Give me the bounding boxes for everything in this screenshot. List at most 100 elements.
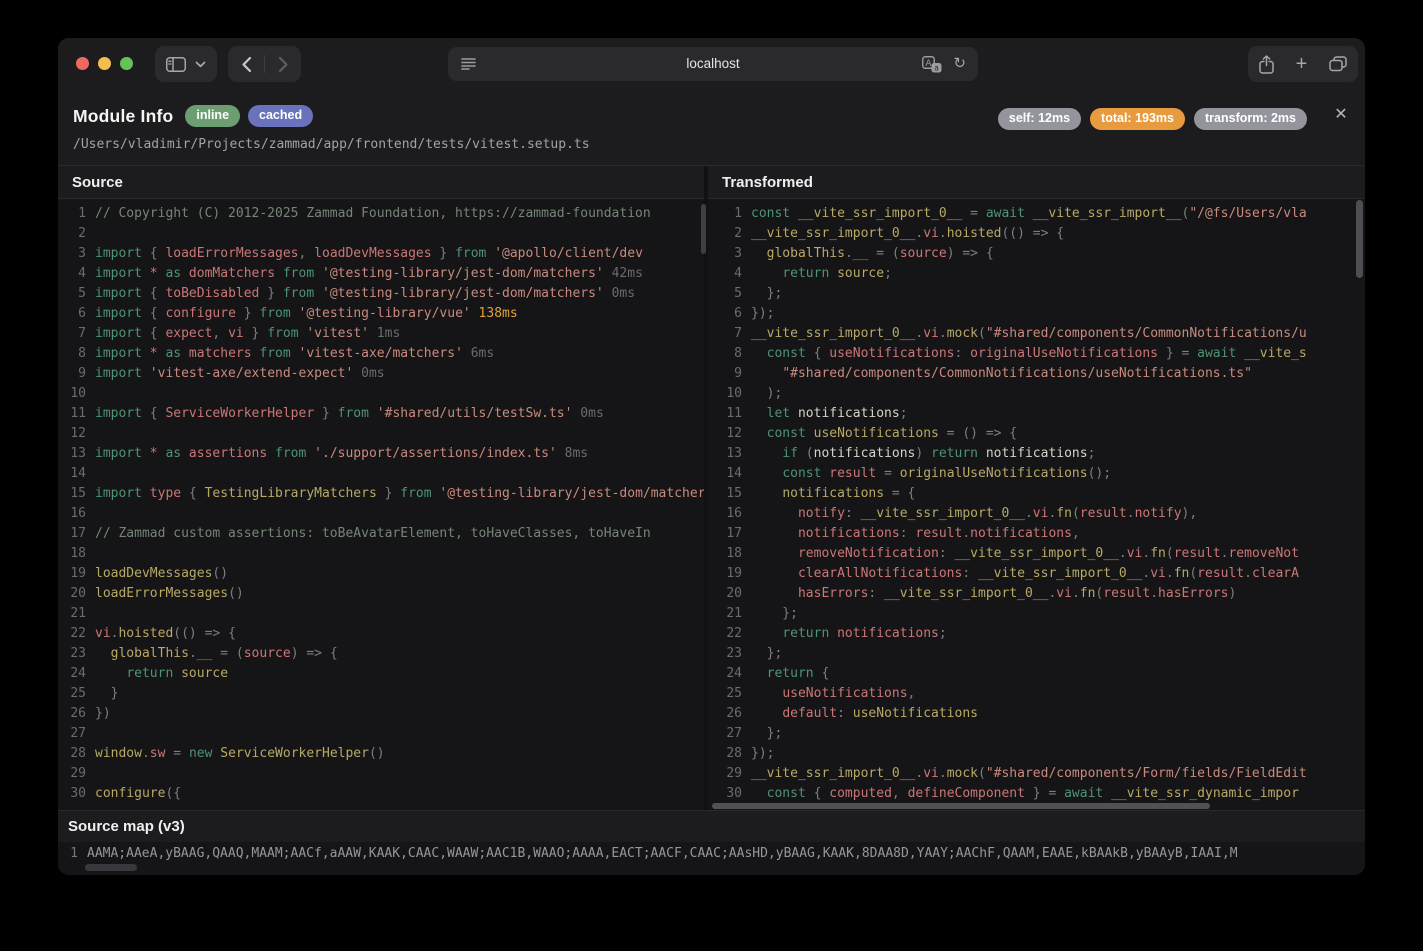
code-line: 29__vite_ssr_import_0__.vi.mock("#shared… <box>714 764 1365 784</box>
back-button[interactable] <box>228 46 264 82</box>
code-line: 10 ); <box>714 384 1365 404</box>
line-number: 16 <box>714 504 742 524</box>
svg-text:A: A <box>926 59 933 69</box>
code-line: 20 hasErrors: __vite_ssr_import_0__.vi.f… <box>714 584 1365 604</box>
forward-button[interactable] <box>265 46 301 82</box>
source-vertical-scrollbar[interactable] <box>701 204 706 254</box>
transformed-panel: Transformed 1const __vite_ssr_import_0__… <box>708 166 1365 810</box>
line-number: 11 <box>714 404 742 424</box>
chevron-down-icon <box>195 61 206 68</box>
zoom-window-button[interactable] <box>120 57 133 70</box>
code-line: 9 "#shared/components/CommonNotification… <box>714 364 1365 384</box>
close-module-button[interactable]: ✕ <box>1330 104 1352 126</box>
line-number: 9 <box>58 364 86 384</box>
code-line: 5import { toBeDisabled } from '@testing-… <box>58 284 704 304</box>
line-number: 25 <box>714 684 742 704</box>
sourcemap-line: 1 AAMA;AAeA,yBAAG,QAAQ,MAAM;AACf,aAAW,KA… <box>58 842 1365 866</box>
line-number: 2 <box>58 224 86 244</box>
code-line: 12 const useNotifications = () => { <box>714 424 1365 444</box>
code-line: 5 }; <box>714 284 1365 304</box>
code-panels: Source 1// Copyright (C) 2012-2025 Zamma… <box>58 165 1365 810</box>
line-number: 7 <box>714 324 742 344</box>
minimize-window-button[interactable] <box>98 57 111 70</box>
line-number: 30 <box>58 784 86 804</box>
code-line: 1// Copyright (C) 2012-2025 Zammad Found… <box>58 204 704 224</box>
back-icon <box>241 56 252 73</box>
line-number: 26 <box>58 704 86 724</box>
code-line: 30 const { computed, defineComponent } =… <box>714 784 1365 804</box>
code-line: 24 return { <box>714 664 1365 684</box>
translate-icon[interactable]: A a <box>922 56 942 73</box>
line-number: 22 <box>58 624 86 644</box>
new-tab-button[interactable]: + <box>1296 54 1308 74</box>
line-number: 29 <box>714 764 742 784</box>
browser-window: localhost A a ↻ <box>58 38 1365 875</box>
badge: transform: 2ms <box>1194 108 1307 130</box>
badge: inline <box>185 105 240 127</box>
code-line: 24 return source <box>58 664 704 684</box>
badge: total: 193ms <box>1090 108 1185 130</box>
source-panel-title: Source <box>58 166 704 199</box>
code-line: 17// Zammad custom assertions: toBeAvata… <box>58 524 704 544</box>
code-line: 22 return notifications; <box>714 624 1365 644</box>
line-number: 1 <box>714 204 742 224</box>
line-number: 2 <box>714 224 742 244</box>
page-title: Module Info <box>73 106 173 127</box>
tab-overview-button[interactable] <box>1329 56 1347 72</box>
line-number: 30 <box>714 784 742 804</box>
code-line: 22vi.hoisted(() => { <box>58 624 704 644</box>
line-number: 20 <box>714 584 742 604</box>
svg-text:a: a <box>935 63 940 72</box>
code-line: 3 globalThis.__ = (source) => { <box>714 244 1365 264</box>
code-line: 27 <box>58 724 704 744</box>
code-line: 20loadErrorMessages() <box>58 584 704 604</box>
code-line: 9import 'vitest-axe/extend-expect' 0ms <box>58 364 704 384</box>
line-number: 6 <box>58 304 86 324</box>
code-line: 19loadDevMessages() <box>58 564 704 584</box>
code-line: 15import type { TestingLibraryMatchers }… <box>58 484 704 504</box>
transformed-horizontal-scrollbar[interactable] <box>712 803 1210 809</box>
code-line: 17 notifications: result.notifications, <box>714 524 1365 544</box>
code-line: 11 let notifications; <box>714 404 1365 424</box>
code-line: 6import { configure } from '@testing-lib… <box>58 304 704 324</box>
line-number: 22 <box>714 624 742 644</box>
url-text: localhost <box>448 47 978 81</box>
badge: cached <box>248 105 313 127</box>
address-bar[interactable]: localhost A a ↻ <box>448 47 978 81</box>
code-line: 25 } <box>58 684 704 704</box>
sourcemap-horizontal-scrollbar[interactable] <box>85 864 137 871</box>
line-number: 24 <box>58 664 86 684</box>
code-line: 14 const result = originalUseNotificatio… <box>714 464 1365 484</box>
code-line: 26}) <box>58 704 704 724</box>
line-number: 29 <box>58 764 86 784</box>
module-badges: inline cached <box>185 105 313 127</box>
close-window-button[interactable] <box>76 57 89 70</box>
reader-icon[interactable] <box>461 57 476 70</box>
line-number: 4 <box>58 264 86 284</box>
line-number: 23 <box>714 644 742 664</box>
line-number: 5 <box>714 284 742 304</box>
reload-icon[interactable]: ↻ <box>953 54 966 74</box>
transformed-code[interactable]: 1const __vite_ssr_import_0__ = await __v… <box>708 199 1365 810</box>
sidebar-toggle-button[interactable] <box>155 46 217 82</box>
share-button[interactable] <box>1259 55 1274 74</box>
code-line: 10 <box>58 384 704 404</box>
line-number: 18 <box>714 544 742 564</box>
code-line: 29 <box>58 764 704 784</box>
page-vertical-scrollbar[interactable] <box>1356 200 1363 278</box>
line-number: 10 <box>58 384 86 404</box>
source-code[interactable]: 1// Copyright (C) 2012-2025 Zammad Found… <box>58 199 704 810</box>
code-line: 23 globalThis.__ = (source) => { <box>58 644 704 664</box>
code-line: 7__vite_ssr_import_0__.vi.mock("#shared/… <box>714 324 1365 344</box>
line-number: 7 <box>58 324 86 344</box>
sourcemap-title: Source map (v3) <box>58 811 1365 842</box>
code-line: 30configure({ <box>58 784 704 804</box>
line-number: 28 <box>714 744 742 764</box>
line-number: 9 <box>714 364 742 384</box>
toolbar-right-group: + <box>1248 46 1358 82</box>
code-line: 21 }; <box>714 604 1365 624</box>
line-number: 4 <box>714 264 742 284</box>
line-number: 25 <box>58 684 86 704</box>
code-line: 27 }; <box>714 724 1365 744</box>
code-line: 1const __vite_ssr_import_0__ = await __v… <box>714 204 1365 224</box>
